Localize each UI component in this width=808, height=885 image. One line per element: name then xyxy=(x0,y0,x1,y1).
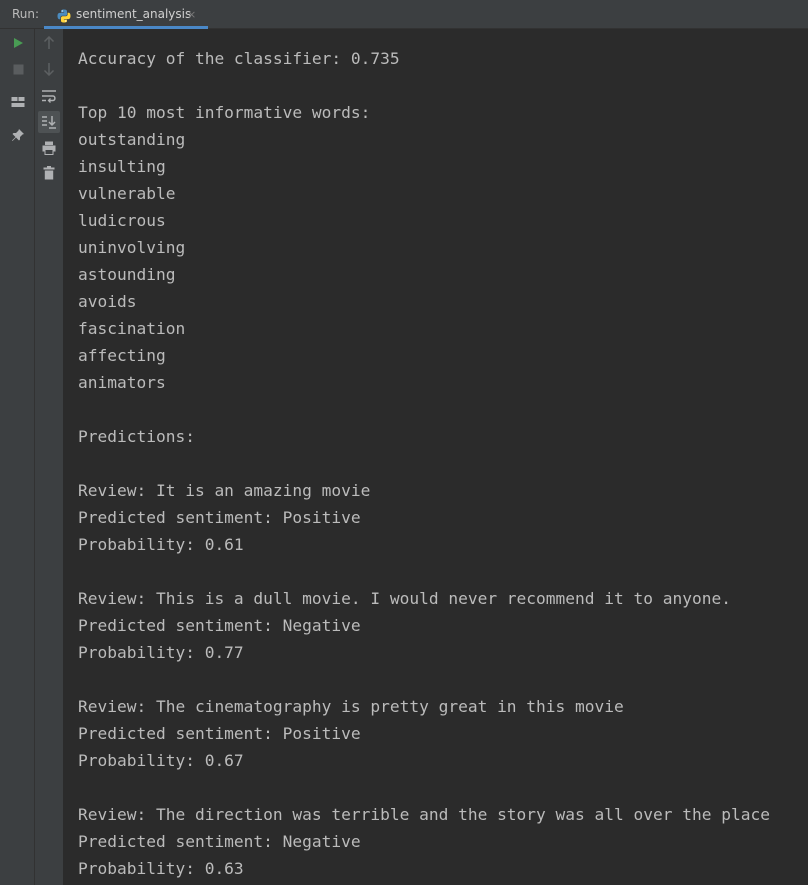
console-line: outstanding xyxy=(78,130,186,149)
console-line: Accuracy of the classifier: 0.735 xyxy=(78,49,400,68)
tab-sentiment-analysis[interactable]: sentiment_analysis × xyxy=(44,0,208,29)
console-line: Probability: 0.67 xyxy=(78,751,244,770)
run-toolbar-primary xyxy=(0,29,35,885)
restore-layout-icon[interactable] xyxy=(8,92,28,112)
console-line: vulnerable xyxy=(78,184,176,203)
console-output[interactable]: Accuracy of the classifier: 0.735 Top 10… xyxy=(64,29,808,885)
down-arrow-icon[interactable] xyxy=(39,59,59,79)
console-line: insulting xyxy=(78,157,166,176)
console-line: fascination xyxy=(78,319,186,338)
console-line: animators xyxy=(78,373,166,392)
run-toolbar-secondary xyxy=(35,29,64,885)
console-line: Review: The cinematography is pretty gre… xyxy=(78,697,624,716)
tab-title: sentiment_analysis xyxy=(76,7,192,21)
console-line: ludicrous xyxy=(78,211,166,230)
run-label: Run: xyxy=(12,7,40,21)
pin-icon[interactable] xyxy=(8,125,28,145)
console-line: avoids xyxy=(78,292,137,311)
console-line: Predicted sentiment: Positive xyxy=(78,508,361,527)
stop-icon[interactable] xyxy=(8,59,28,79)
up-arrow-icon[interactable] xyxy=(39,33,59,53)
print-icon[interactable] xyxy=(39,138,59,158)
console-line: Review: The direction was terrible and t… xyxy=(78,805,770,824)
console-line: Review: It is an amazing movie xyxy=(78,481,371,500)
console-line: Predicted sentiment: Negative xyxy=(78,616,361,635)
console-line: Probability: 0.61 xyxy=(78,535,244,554)
run-tool-window: Run: sentiment_analysis × Accuracy of th… xyxy=(0,0,808,885)
console-line: Predicted sentiment: Negative xyxy=(78,832,361,851)
scroll-to-end-icon[interactable] xyxy=(38,111,60,133)
console-line: Probability: 0.77 xyxy=(78,643,244,662)
console-line: astounding xyxy=(78,265,176,284)
soft-wrap-icon[interactable] xyxy=(39,86,59,106)
rerun-icon[interactable] xyxy=(8,33,28,53)
console-line: uninvolving xyxy=(78,238,186,257)
tab-close-icon[interactable]: × xyxy=(187,8,196,21)
python-icon xyxy=(57,8,71,23)
trash-icon[interactable] xyxy=(39,163,59,183)
console-line: Top 10 most informative words: xyxy=(78,103,371,122)
console-line: Probability: 0.63 xyxy=(78,859,244,878)
console-line: affecting xyxy=(78,346,166,365)
run-tab-bar: Run: sentiment_analysis × xyxy=(0,0,808,29)
console-line: Predictions: xyxy=(78,427,195,446)
console-line: Review: This is a dull movie. I would ne… xyxy=(78,589,731,608)
console-line: Predicted sentiment: Positive xyxy=(78,724,361,743)
